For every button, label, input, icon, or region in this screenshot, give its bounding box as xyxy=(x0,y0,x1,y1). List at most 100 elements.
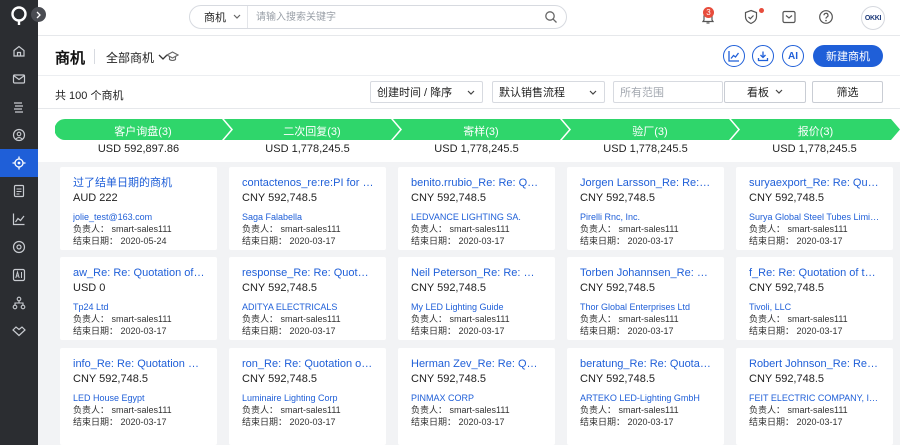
rail-mail[interactable] xyxy=(0,65,38,93)
card-company[interactable]: Tivoli, LLC xyxy=(749,301,881,313)
card-owner: 负责人： smart-sales111 xyxy=(580,405,679,415)
card-title[interactable]: Torben Johannsen_Re: Re: Quo... xyxy=(580,266,712,280)
opportunity-card[interactable]: response_Re: Re: Quotation of... CNY 592,… xyxy=(229,257,386,340)
stage-3[interactable]: 寄样(3) xyxy=(393,119,569,140)
rail-ai[interactable] xyxy=(0,261,38,289)
card-company[interactable]: jolie_test@163.com xyxy=(73,211,205,223)
card-company[interactable]: Saga Falabella xyxy=(242,211,374,223)
card-title[interactable]: 过了结单日期的商机 xyxy=(73,176,205,190)
rail-partners[interactable] xyxy=(0,317,38,345)
stage-4[interactable]: 验厂(3) xyxy=(562,119,738,140)
opportunity-card[interactable]: Jorgen Larsson_Re: Re: Quotat... CNY 592,… xyxy=(567,167,724,250)
opportunity-card[interactable]: f_Re: Re: Quotation of the art ... CNY 59… xyxy=(736,257,893,340)
view-mode-button[interactable]: 看板 xyxy=(724,81,806,103)
rail-library[interactable] xyxy=(0,93,38,121)
card-company[interactable]: ARTEKO LED-Lighting GmbH xyxy=(580,392,712,404)
analytics-button[interactable] xyxy=(723,45,745,67)
stage-amount: USD 1,778,245.5 xyxy=(265,143,350,155)
scope-select[interactable]: 所有范围 xyxy=(613,81,723,103)
card-company[interactable]: Tp24 Ltd xyxy=(73,301,205,313)
opportunity-card[interactable]: benito.rrubio_Re: Re: Quotation... CNY 59… xyxy=(398,167,555,250)
card-amount: AUD 222 xyxy=(73,192,118,204)
rail-org[interactable] xyxy=(0,289,38,317)
stage-label: 客户询盘(3) xyxy=(114,126,172,138)
search-scope-select[interactable]: 商机 xyxy=(190,6,248,28)
rail-contacts[interactable] xyxy=(0,121,38,149)
view-select[interactable]: 全部商机 xyxy=(106,49,168,66)
opportunity-card[interactable]: aw_Re: Re: Quotation of the art... USD 0 T… xyxy=(60,257,217,340)
card-company[interactable]: LEDVANCE LIGHTING SA. xyxy=(411,211,543,223)
card-title[interactable]: ron_Re: Re: Quotation of the a... xyxy=(242,357,374,371)
graduation-cap-icon[interactable] xyxy=(166,50,179,63)
opportunity-card[interactable]: suryaexport_Re: Re: Quotation... CNY 592,… xyxy=(736,167,893,250)
opportunity-card[interactable]: Neil Peterson_Re: Re: Quotatio... CNY 592… xyxy=(398,257,555,340)
opportunity-card[interactable]: Robert Johnson_Re: Re: Quota... CNY 592,7… xyxy=(736,348,893,445)
search-input[interactable] xyxy=(248,6,544,28)
opportunity-card[interactable]: beratung_Re: Re: Quotation of... CNY 592,… xyxy=(567,348,724,445)
card-title[interactable]: response_Re: Re: Quotation of... xyxy=(242,266,374,280)
rail-analytics[interactable] xyxy=(0,205,38,233)
rail-settings[interactable] xyxy=(0,233,38,261)
help-icon[interactable] xyxy=(818,9,834,25)
opportunity-card[interactable]: Torben Johannsen_Re: Re: Quo... CNY 592,7… xyxy=(567,257,724,340)
total-count: 共 100 个商机 xyxy=(55,90,124,102)
card-company[interactable]: Pirelli Rnc, Inc. xyxy=(580,211,712,223)
pipeline-stages: 客户询盘(3) USD 592,897.86 二次回复(3) USD 1,778,24… xyxy=(38,109,900,162)
card-owner: 负责人： smart-sales111 xyxy=(242,224,341,234)
card-title[interactable]: Jorgen Larsson_Re: Re: Quotat... xyxy=(580,176,712,190)
rail-opportunity[interactable] xyxy=(0,149,38,177)
card-company[interactable]: My LED Lighting Guide xyxy=(411,301,543,313)
create-opportunity-button[interactable]: 新建商机 xyxy=(813,45,883,67)
ai-button[interactable]: AI xyxy=(782,45,804,67)
opportunity-card[interactable]: 过了结单日期的商机 AUD 222 jolie_test@163.com 负责人： s… xyxy=(60,167,217,250)
card-amount: CNY 592,748.5 xyxy=(411,282,487,294)
card-company[interactable]: PINMAX CORP xyxy=(411,392,543,404)
card-amount: CNY 592,748.5 xyxy=(411,192,487,204)
search-icon[interactable] xyxy=(544,10,558,24)
card-title[interactable]: suryaexport_Re: Re: Quotation... xyxy=(749,176,881,190)
rail-home[interactable] xyxy=(0,37,38,65)
user-avatar[interactable]: OKKI xyxy=(861,6,885,30)
card-company[interactable]: LED House Egypt xyxy=(73,392,205,404)
download-button[interactable] xyxy=(752,45,774,67)
card-company[interactable]: Surya Global Steel Tubes Limited xyxy=(749,211,881,223)
opportunity-card[interactable]: info_Re: Re: Quotation of the a... CNY 59… xyxy=(60,348,217,445)
card-owner: 负责人： smart-sales111 xyxy=(749,405,848,415)
process-select[interactable]: 默认销售流程 xyxy=(492,81,605,103)
okki-logo-icon[interactable] xyxy=(9,5,29,27)
card-title[interactable]: aw_Re: Re: Quotation of the art... xyxy=(73,266,205,280)
card-company[interactable]: FEIT ELECTRIC COMPANY, INC. xyxy=(749,392,881,404)
collapse-nav-button[interactable] xyxy=(31,7,46,22)
chevron-down-icon xyxy=(775,89,783,94)
inbox-icon[interactable] xyxy=(781,9,797,25)
analytics-icon xyxy=(12,213,25,226)
rail-documents[interactable] xyxy=(0,177,38,205)
card-amount: CNY 592,748.5 xyxy=(749,373,825,385)
card-title[interactable]: beratung_Re: Re: Quotation of... xyxy=(580,357,712,371)
opportunity-card[interactable]: contactenos_re:re:PI for mike CNY 592,748… xyxy=(229,167,386,250)
card-title[interactable]: info_Re: Re: Quotation of the a... xyxy=(73,357,205,371)
opportunity-card[interactable]: ron_Re: Re: Quotation of the a... CNY 592… xyxy=(229,348,386,445)
stage-1[interactable]: 客户询盘(3) xyxy=(55,119,231,140)
card-title[interactable]: f_Re: Re: Quotation of the art ... xyxy=(749,266,881,280)
sort-select[interactable]: 创建时间 / 降序 xyxy=(370,81,483,103)
card-owner: 负责人： smart-sales111 xyxy=(749,224,848,234)
filter-button[interactable]: 筛选 xyxy=(812,81,883,103)
card-title[interactable]: contactenos_re:re:PI for mike xyxy=(242,176,374,190)
chevron-down-icon xyxy=(589,90,597,95)
card-title[interactable]: Robert Johnson_Re: Re: Quota... xyxy=(749,357,881,371)
stage-5[interactable]: 报价(3) xyxy=(731,119,900,140)
document-icon xyxy=(13,184,25,198)
card-title[interactable]: Neil Peterson_Re: Re: Quotatio... xyxy=(411,266,543,280)
stage-label: 二次回复(3) xyxy=(283,126,341,138)
view-select-label: 全部商机 xyxy=(106,51,155,65)
shield-check-icon[interactable] xyxy=(743,9,759,25)
card-title[interactable]: Herman Zev_Re: Re: Quotation... xyxy=(411,357,543,371)
opportunity-card[interactable]: Herman Zev_Re: Re: Quotation... CNY 592,7… xyxy=(398,348,555,445)
stage-2[interactable]: 二次回复(3) xyxy=(224,119,400,140)
stage-amount: USD 1,778,245.5 xyxy=(772,143,857,155)
card-company[interactable]: Thor Global Enterprises Ltd xyxy=(580,301,712,313)
card-company[interactable]: Luminaire Lighting Corp xyxy=(242,392,374,404)
card-company[interactable]: ADITYA ELECTRICALS xyxy=(242,301,374,313)
card-title[interactable]: benito.rrubio_Re: Re: Quotation... xyxy=(411,176,543,190)
